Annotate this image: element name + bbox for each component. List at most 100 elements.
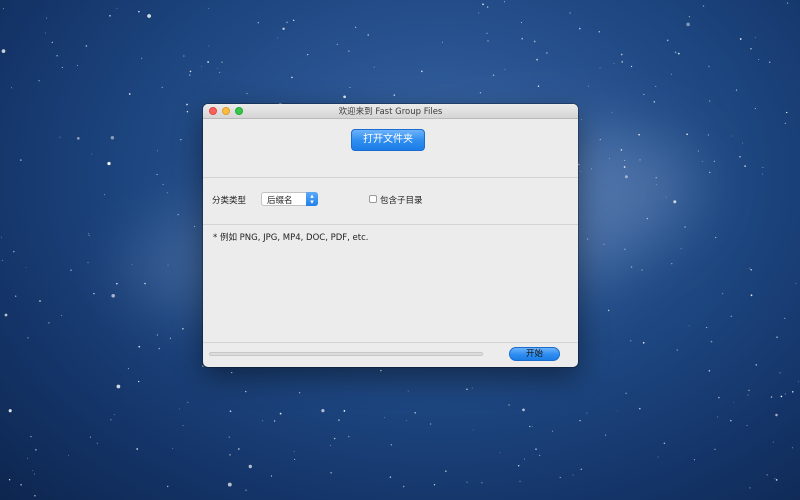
star [517,464,520,467]
star [795,283,797,284]
open-folder-button[interactable]: 打开文件夹 [351,129,425,151]
star [186,111,189,113]
star [343,95,346,99]
star [307,53,309,56]
star [70,269,72,271]
star [539,454,541,456]
star [179,408,180,410]
star [482,3,484,6]
star [580,468,583,471]
star [383,417,385,419]
star [786,111,788,114]
star [641,269,643,271]
star [420,70,423,73]
app-window: 欢迎来到 Fast Group Files 打开文件夹 分类类型 后缀名 ▴ ▾ … [203,104,578,367]
star [599,67,601,69]
star [219,71,221,74]
star [621,61,623,63]
star [578,27,581,30]
star [609,158,610,160]
start-button[interactable]: 开始 [509,347,560,361]
star [625,392,627,394]
star [486,32,488,34]
star [791,447,793,449]
star [624,248,626,250]
star [227,482,232,487]
star [750,294,753,297]
star [390,444,393,446]
star [183,55,185,57]
star [245,489,247,491]
star [706,327,708,329]
star [499,452,501,454]
star [1,236,2,238]
star [51,41,53,43]
include-subdirectories-checkbox[interactable] [369,195,377,203]
star [161,86,163,88]
star [611,112,613,114]
star [44,32,46,34]
star [76,137,80,140]
star [572,474,574,476]
title-bar[interactable]: 欢迎来到 Fast Group Files [203,104,578,119]
star [349,87,351,89]
star [180,139,182,141]
star [109,14,111,17]
star [96,442,98,444]
star [188,74,191,76]
star [277,37,278,39]
star [1,259,3,261]
star [294,458,296,460]
star [217,67,218,69]
star [414,412,416,414]
star [748,389,750,392]
category-type-value: 后缀名 [267,196,293,206]
star [8,409,12,413]
star [104,194,106,196]
star [127,368,129,370]
star [588,85,590,87]
star [466,388,468,391]
star [577,163,580,166]
star [581,119,582,120]
star [730,419,732,422]
star [113,414,115,416]
star [89,436,91,438]
star [110,135,115,140]
star [735,89,738,91]
star [329,444,331,446]
category-type-label: 分类类型 [212,196,247,206]
star [30,435,32,438]
star [186,103,188,106]
star [189,70,192,73]
star [15,295,17,297]
star [169,337,171,339]
star [730,135,732,137]
star [231,371,233,374]
star [791,391,794,393]
star [138,10,140,13]
star [492,74,495,76]
star [630,340,632,342]
star [33,473,36,475]
star [156,150,158,152]
star [405,420,407,422]
star [744,165,746,167]
star [229,454,231,456]
star [520,22,523,24]
star [282,27,285,31]
star [780,395,783,398]
star [655,85,657,87]
star [8,478,11,481]
star [343,410,346,412]
star [48,322,50,324]
star [537,85,540,88]
include-subdirectories-label[interactable]: 包含子目录 [380,194,423,206]
chevron-up-down-icon: ▴ ▾ [306,192,318,206]
category-type-select[interactable]: 后缀名 ▴ ▾ [261,192,318,206]
star [750,48,752,50]
star [25,267,27,268]
star [730,315,733,318]
star [39,300,41,302]
star [182,425,184,426]
